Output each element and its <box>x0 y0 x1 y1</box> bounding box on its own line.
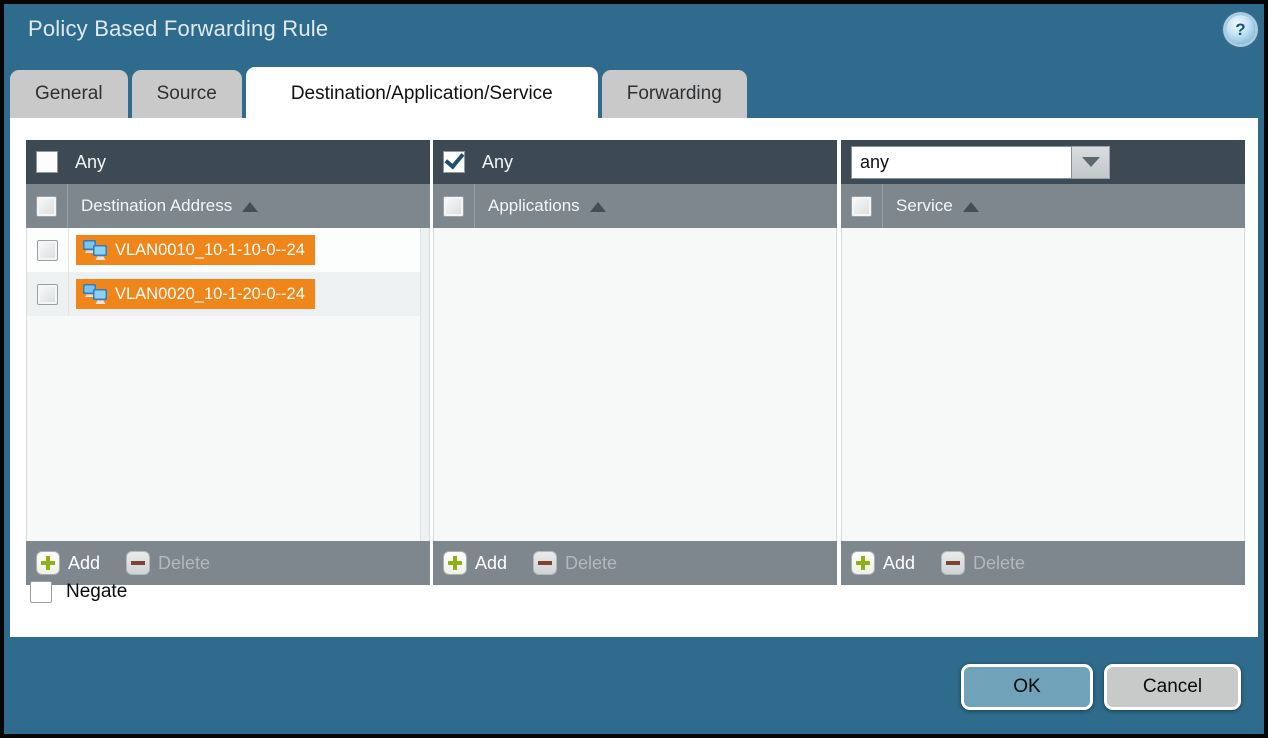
sort-ascending-icon[interactable] <box>590 202 606 212</box>
applications-footer: Add Delete <box>433 541 837 585</box>
delete-label: Delete <box>565 553 617 574</box>
help-button[interactable]: ? <box>1226 15 1255 44</box>
service-dropdown-button[interactable] <box>1072 146 1110 179</box>
negate-checkbox[interactable] <box>30 581 52 603</box>
table-row: VLAN0010_10-1-10-0--24 <box>27 228 429 272</box>
plus-icon <box>851 551 875 575</box>
tab-content-panel: Any Destination Address VLAN0010_10-1-10… <box>10 118 1258 637</box>
destination-delete-button[interactable]: Delete <box>126 551 210 575</box>
tab-destination-application-service[interactable]: Destination/Application/Service <box>246 67 598 118</box>
delete-label: Delete <box>973 553 1025 574</box>
destination-footer: Add Delete <box>26 541 430 585</box>
table-row: VLAN0020_10-1-20-0--24 <box>27 272 429 316</box>
service-header-label: Service <box>896 196 953 216</box>
tab-bar: General Source Destination/Application/S… <box>10 70 751 118</box>
add-label: Add <box>475 553 507 574</box>
address-object-chip[interactable]: VLAN0010_10-1-10-0--24 <box>76 235 315 265</box>
row-checkbox[interactable] <box>37 240 58 261</box>
destination-any-bar: Any <box>26 140 430 184</box>
row-checkbox[interactable] <box>37 284 58 305</box>
question-mark-icon: ? <box>1235 21 1245 38</box>
applications-any-bar: Any <box>433 140 837 184</box>
destination-select-all-checkbox[interactable] <box>36 196 57 217</box>
service-dropdown[interactable]: any <box>851 146 1110 179</box>
tab-general[interactable]: General <box>10 70 128 118</box>
ok-button[interactable]: OK <box>961 664 1093 710</box>
sort-ascending-icon[interactable] <box>963 202 979 212</box>
network-address-icon <box>82 283 108 305</box>
destination-header-label: Destination Address <box>81 196 232 216</box>
minus-icon <box>941 551 965 575</box>
policy-based-forwarding-dialog: Policy Based Forwarding Rule ? General S… <box>0 0 1268 738</box>
applications-column: Any Applications Add Delete <box>433 140 837 585</box>
service-footer: Add Delete <box>841 541 1245 585</box>
destination-address-header: Destination Address <box>26 184 430 228</box>
tab-forwarding[interactable]: Forwarding <box>602 70 747 118</box>
service-list <box>841 228 1245 541</box>
destination-add-button[interactable]: Add <box>36 551 100 575</box>
dialog-title: Policy Based Forwarding Rule <box>28 16 328 42</box>
address-object-chip[interactable]: VLAN0020_10-1-20-0--24 <box>76 279 315 309</box>
negate-label: Negate <box>66 581 127 603</box>
destination-any-checkbox[interactable] <box>36 151 58 173</box>
add-label: Add <box>883 553 915 574</box>
applications-select-all-checkbox[interactable] <box>443 196 464 217</box>
destination-address-list: VLAN0010_10-1-10-0--24 VLAN0020_10-1-20-… <box>26 228 430 541</box>
applications-delete-button[interactable]: Delete <box>533 551 617 575</box>
service-add-button[interactable]: Add <box>851 551 915 575</box>
applications-header: Applications <box>433 184 837 228</box>
sort-ascending-icon[interactable] <box>242 202 258 212</box>
applications-header-label: Applications <box>488 196 580 216</box>
service-dropdown-bar: any <box>841 140 1245 184</box>
delete-label: Delete <box>158 553 210 574</box>
address-object-label: VLAN0010_10-1-10-0--24 <box>115 241 305 260</box>
negate-checkbox-row[interactable]: Negate <box>30 581 127 603</box>
plus-icon <box>443 551 467 575</box>
service-dropdown-value[interactable]: any <box>851 146 1072 179</box>
chevron-down-icon <box>1082 157 1100 167</box>
minus-icon <box>126 551 150 575</box>
add-label: Add <box>68 553 100 574</box>
service-header: Service <box>841 184 1245 228</box>
service-delete-button[interactable]: Delete <box>941 551 1025 575</box>
plus-icon <box>36 551 60 575</box>
applications-any-checkbox[interactable] <box>443 151 465 173</box>
minus-icon <box>533 551 557 575</box>
service-select-all-checkbox[interactable] <box>851 196 872 217</box>
applications-add-button[interactable]: Add <box>443 551 507 575</box>
destination-any-label: Any <box>75 152 106 173</box>
address-object-label: VLAN0020_10-1-20-0--24 <box>115 285 305 304</box>
network-address-icon <box>82 239 108 261</box>
cancel-button[interactable]: Cancel <box>1104 664 1241 710</box>
tab-source[interactable]: Source <box>132 70 242 118</box>
service-column: any Service Add Delete <box>841 140 1245 585</box>
applications-list <box>433 228 837 541</box>
destination-address-column: Any Destination Address VLAN0010_10-1-10… <box>26 140 430 585</box>
applications-any-label: Any <box>482 152 513 173</box>
